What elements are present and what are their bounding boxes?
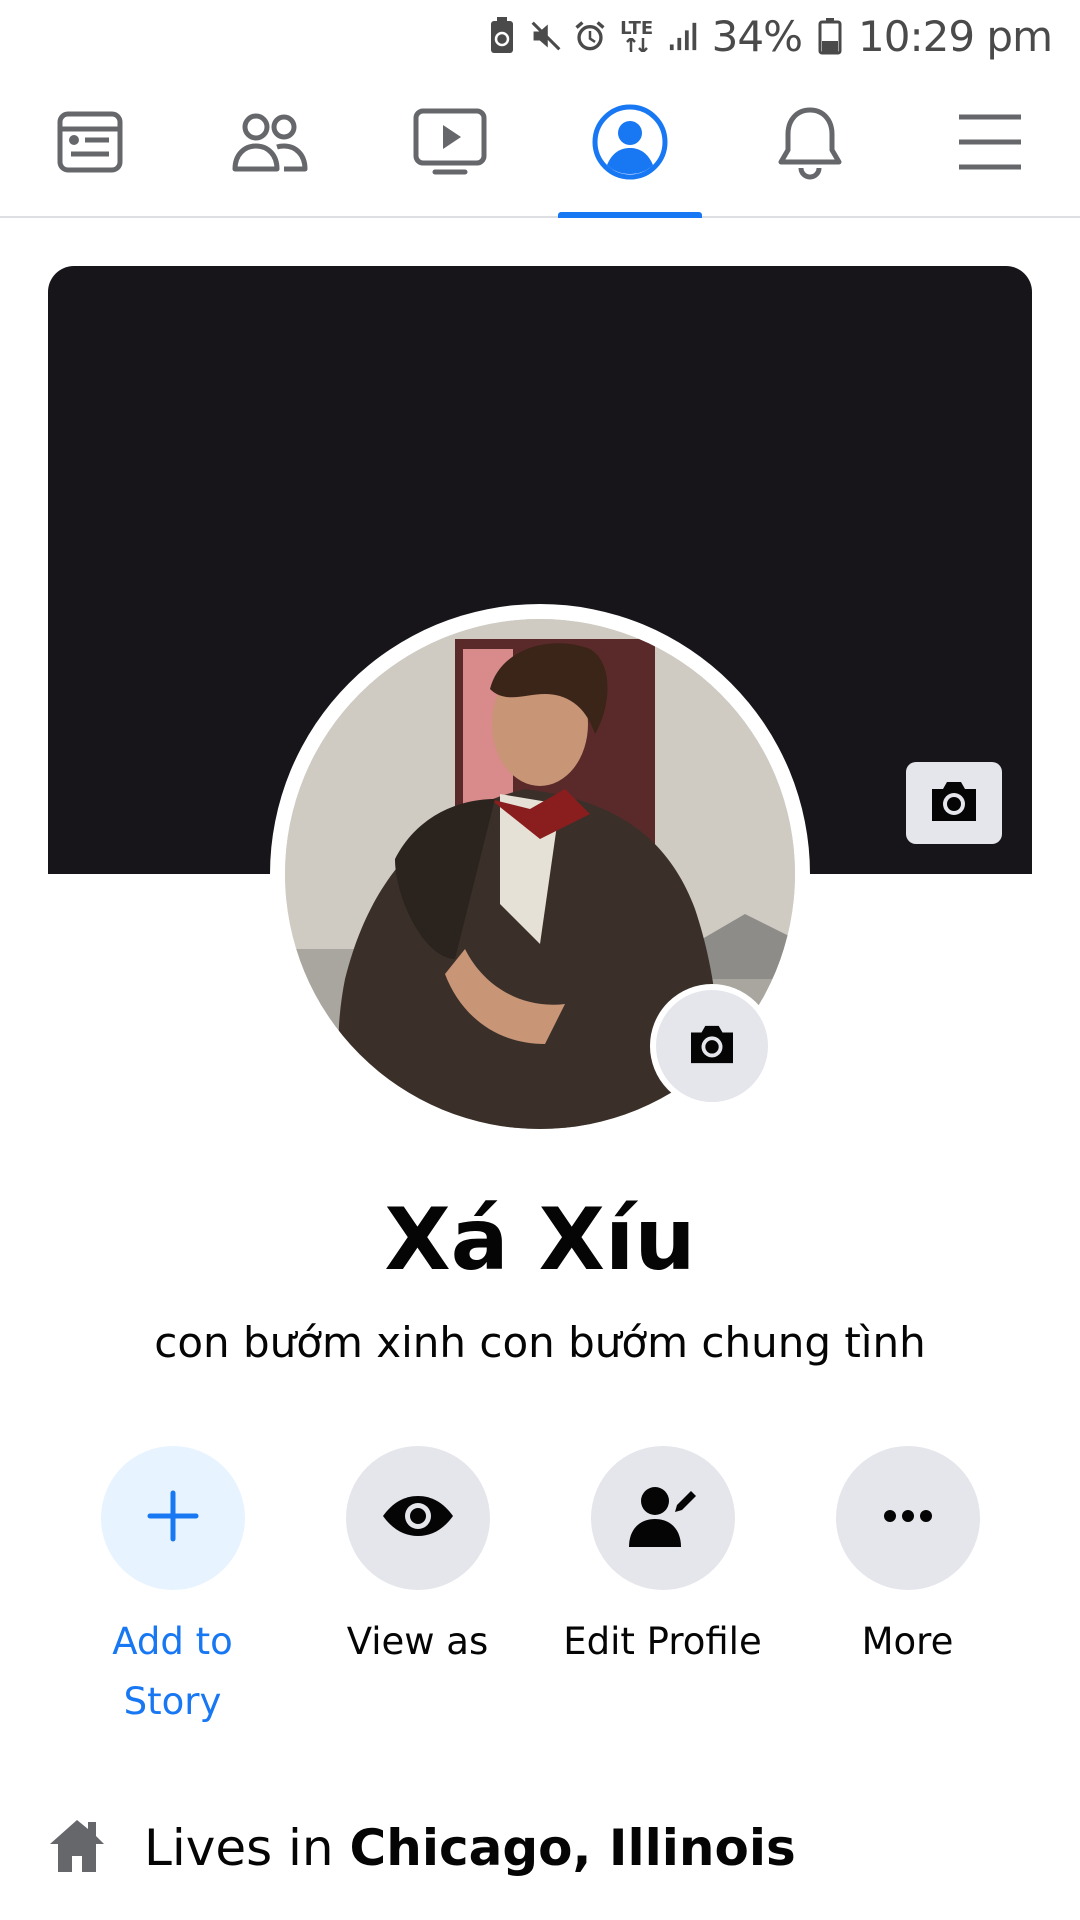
clock: 10:29 pm [858,11,1053,61]
profile-bio: con bướm xinh con bướm chung tình [154,1318,926,1367]
edit-profile-icon [627,1483,699,1554]
profile-icon [591,103,669,186]
edit-profile-picture-button[interactable] [650,984,774,1108]
add-to-story-label: Add to Story [112,1620,233,1723]
news-feed-icon [57,109,123,180]
tab-friends[interactable] [180,72,360,216]
tab-notifications[interactable] [720,72,900,216]
lte-icon: LTE [618,18,656,54]
alarm-icon [574,18,606,54]
edit-profile-circle[interactable] [590,1446,735,1590]
home-icon [48,1818,106,1879]
mute-icon [530,18,562,54]
more-circle[interactable] [835,1446,980,1590]
status-icons: LTE 34% 10:29 pm [486,10,1053,62]
add-to-story-button[interactable]: Add to Story [50,1446,295,1736]
more-icon [883,1509,933,1528]
edit-profile-label: Edit Profile [563,1620,762,1663]
add-to-story-circle[interactable] [100,1446,245,1590]
lives-in-place[interactable]: Chicago, Illinois [350,1819,796,1877]
lives-in-text: Lives in Chicago, Illinois [144,1819,796,1877]
profile-name: Xá Xíu [384,1190,696,1290]
battery-icon [814,18,846,55]
plus-icon [147,1490,199,1547]
tab-profile[interactable] [540,72,720,218]
friends-icon [232,111,308,178]
more-button[interactable]: More [785,1446,1030,1736]
camera-icon [928,779,980,828]
edit-profile-button[interactable]: Edit Profile [540,1446,785,1736]
signal-icon [668,18,700,54]
tab-news-feed[interactable] [0,72,180,216]
view-as-button[interactable]: View as [295,1446,540,1736]
view-as-circle[interactable] [345,1446,490,1590]
tab-menu[interactable] [900,72,1080,216]
eye-icon [381,1494,455,1543]
top-nav [0,72,1080,218]
camera-icon [687,1023,737,1070]
menu-icon [957,113,1023,176]
battery-saver-icon [486,17,518,54]
status-bar: LTE 34% 10:29 pm [0,0,1080,72]
view-as-label: View as [346,1620,489,1663]
intro-lives-in[interactable]: Lives in Chicago, Illinois [48,1808,1032,1888]
battery-percent: 34% [711,11,803,61]
tab-watch[interactable] [360,72,540,216]
profile-actions: Add to Story View as Edit Profile More [50,1446,1030,1736]
notifications-icon [777,104,843,185]
watch-icon [413,108,487,181]
edit-cover-button[interactable] [906,762,1002,844]
more-label: More [861,1620,954,1663]
lives-in-prefix: Lives in [144,1819,334,1877]
